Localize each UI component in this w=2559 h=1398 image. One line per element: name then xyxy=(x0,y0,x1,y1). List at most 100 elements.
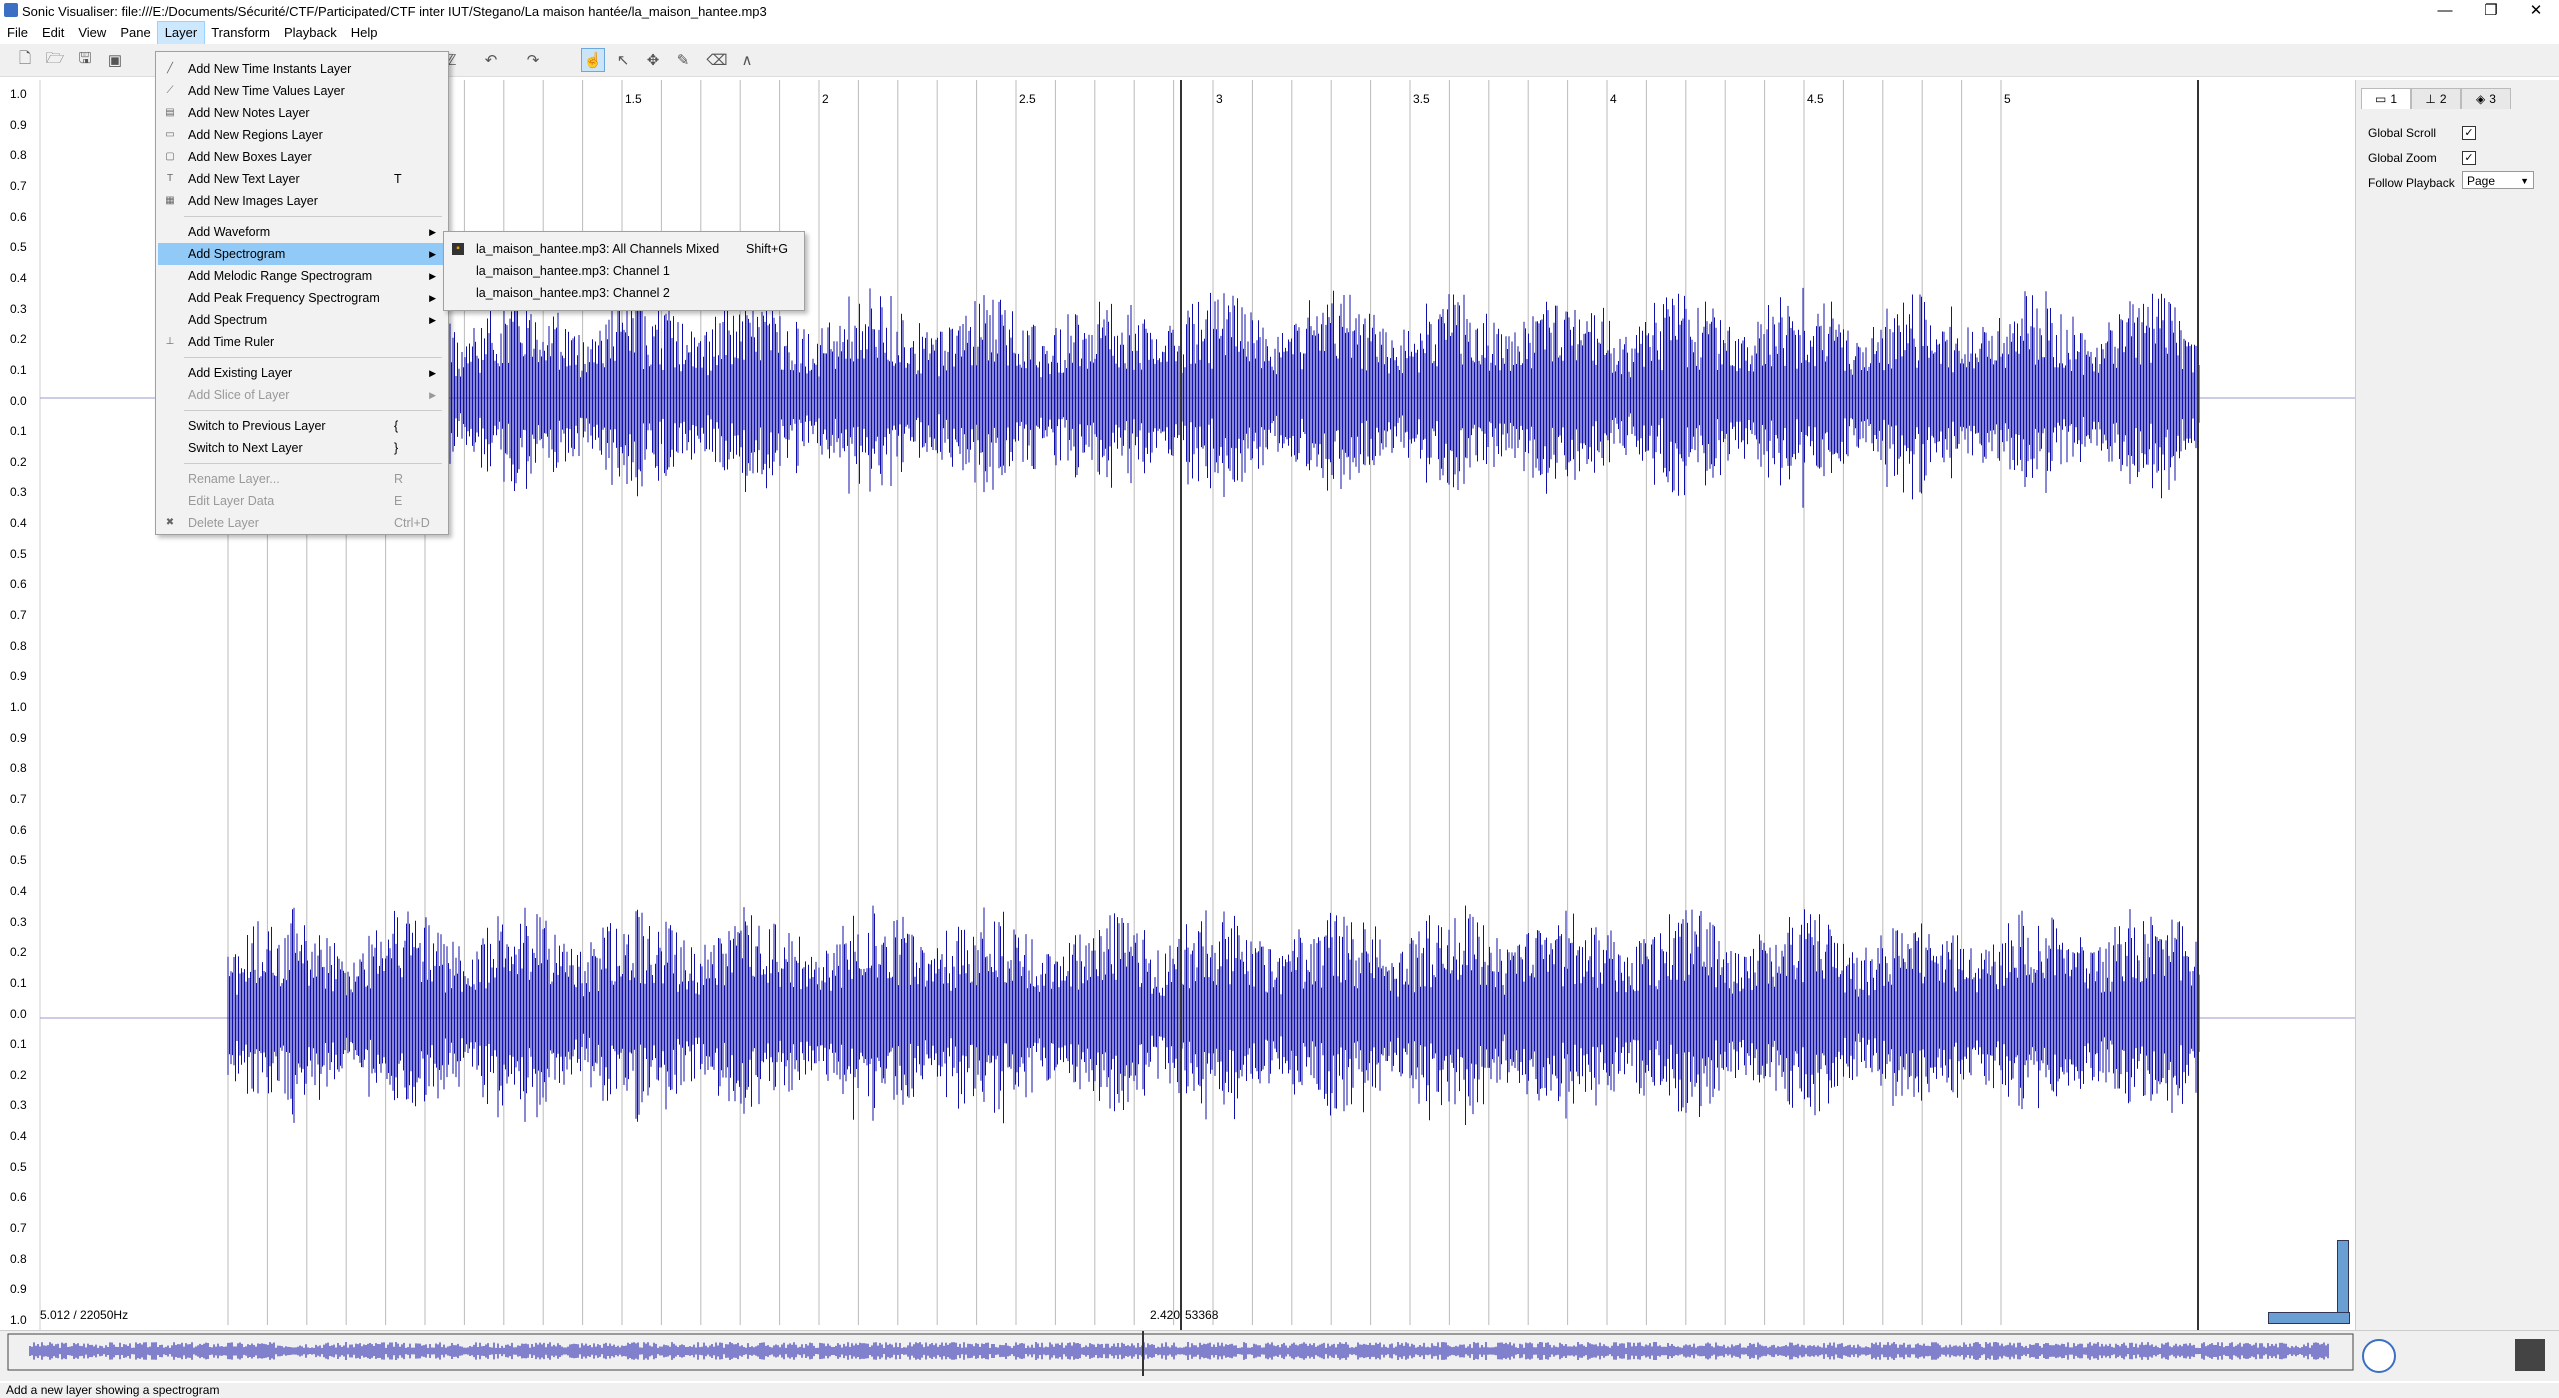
scale-tick-label: 0.2 xyxy=(10,1067,27,1082)
tab-1[interactable]: ▭ 1 xyxy=(2361,88,2411,109)
spectrogram-submenu-item[interactable]: la_maison_hantee.mp3: Channel 2 xyxy=(446,282,802,304)
menu-item-label: Add New Images Layer xyxy=(188,194,318,208)
redo-icon[interactable]: ↷ xyxy=(522,49,544,71)
menu-item-label: Add Slice of Layer xyxy=(188,388,290,402)
scale-tick-label: 1.0 xyxy=(10,700,27,714)
global-zoom-checkbox[interactable]: ✓ xyxy=(2462,151,2476,165)
follow-playback-label: Follow Playback xyxy=(2368,176,2455,190)
layer-menu-item[interactable]: ⟋ Add New Time Values Layer xyxy=(158,80,446,102)
menu-item-shortcut: { xyxy=(394,419,399,433)
scale-tick-label: 0.7 xyxy=(10,608,27,623)
menu-file[interactable]: File xyxy=(0,22,35,44)
tab-3[interactable]: ◈ 3 xyxy=(2461,88,2511,109)
pane-icon: ▭ xyxy=(2374,92,2387,106)
layer-menu-item[interactable]: ▢ Add New Boxes Layer xyxy=(158,146,446,168)
layer-menu-item[interactable]: Add Waveform ▶ xyxy=(158,221,446,243)
scale-tick-label: 0.5 xyxy=(10,1159,27,1174)
spectrogram-icon: ▪ xyxy=(452,243,464,255)
undo-icon[interactable]: ↶ xyxy=(480,49,502,71)
time-tick-label: 2.5 xyxy=(1019,92,1036,106)
layer-menu-item[interactable]: Switch to Next Layer} xyxy=(158,437,446,459)
scale-tick-label: 0.3 xyxy=(10,1098,27,1113)
menu-playback[interactable]: Playback xyxy=(277,22,344,44)
delete-icon: ✖ xyxy=(165,517,175,528)
submenu-arrow-icon: ▶ xyxy=(429,249,436,259)
submenu-arrow-icon: ▶ xyxy=(429,390,436,400)
open-icon[interactable]: 🗁 xyxy=(44,49,66,71)
menu-item-label: Add New Regions Layer xyxy=(188,128,323,142)
time-ruler-icon: ⊥ xyxy=(165,336,175,347)
layer-menu-item[interactable]: T Add New Text Layer T xyxy=(158,168,446,190)
menu-transform[interactable]: Transform xyxy=(204,22,277,44)
menu-item-label: Add Existing Layer xyxy=(188,366,293,380)
title-bar: Sonic Visualiser: file:///E:/Documents/S… xyxy=(0,0,2559,22)
menu-item-label: Edit Layer Data xyxy=(188,494,275,508)
ruler-icon: ⊥ xyxy=(2425,92,2436,106)
layer-menu-item[interactable]: Switch to Previous Layer { xyxy=(158,415,446,437)
time-tick-label: 2 xyxy=(822,92,829,106)
overview-pane[interactable] xyxy=(0,1330,2559,1381)
menu-layer[interactable]: Layer xyxy=(156,21,206,45)
overview-waveform[interactable] xyxy=(0,1331,2359,1381)
layer-menu-item[interactable]: ▭ Add New Regions Layer xyxy=(158,124,446,146)
draw-tool-icon[interactable]: ✎ xyxy=(672,49,694,71)
layer-menu-item[interactable]: Add Spectrum ▶ xyxy=(158,309,446,331)
menu-view[interactable]: View xyxy=(71,22,113,44)
layer-menu-item[interactable]: Add Spectrogram ▶ xyxy=(158,243,446,265)
chevron-down-icon: ▼ xyxy=(2520,176,2529,186)
scale-tick-label: 0.3 xyxy=(10,914,27,929)
menu-bar: File Edit View Pane Layer Transform Play… xyxy=(0,21,2559,45)
time-instants-icon: ╱ xyxy=(166,63,174,74)
scale-tick-label: 0.8 xyxy=(10,761,27,776)
layer-menu-item[interactable]: Add Existing Layer ▶ xyxy=(158,362,446,384)
scale-tick-label: 1.0 xyxy=(10,1313,27,1327)
new-file-icon[interactable]: 🗋 xyxy=(14,49,36,71)
playback-speed-dial[interactable] xyxy=(2362,1339,2396,1373)
menu-edit[interactable]: Edit xyxy=(35,22,71,44)
erase-tool-icon[interactable]: ⌫ xyxy=(706,49,728,71)
scale-tick-label: 0.5 xyxy=(10,240,27,255)
move-tool-icon[interactable]: ✥ xyxy=(642,49,664,71)
scale-tick-label: 0.8 xyxy=(10,1251,27,1266)
scale-tick-label: 0.1 xyxy=(10,975,27,990)
follow-playback-select[interactable]: Page ▼ xyxy=(2462,171,2534,189)
global-scroll-checkbox[interactable]: ✓ xyxy=(2462,126,2476,140)
layer-menu-item[interactable]: Add Peak Frequency Spectrogram ▶ xyxy=(158,287,446,309)
menu-item-label: Add New Boxes Layer xyxy=(188,150,312,164)
select-tool-icon[interactable]: ↖ xyxy=(612,49,634,71)
scale-tick-label: 0.5 xyxy=(10,853,27,868)
scale-tick-label: 0.7 xyxy=(10,1221,27,1236)
layer-menu-item[interactable]: ╱ Add New Time Instants Layer xyxy=(158,58,446,80)
layer-menu-item[interactable]: ⊥ Add Time Ruler xyxy=(158,331,446,353)
menu-pane[interactable]: Pane xyxy=(113,22,157,44)
spectrogram-submenu-item[interactable]: ▪ la_maison_hantee.mp3: All Channels Mixe… xyxy=(446,238,802,260)
vertical-zoom-slider[interactable] xyxy=(2337,1240,2349,1317)
close-button[interactable]: ✕ xyxy=(2513,0,2559,22)
submenu-arrow-icon: ▶ xyxy=(429,315,436,325)
scale-tick-label: 0.8 xyxy=(10,638,27,653)
minimize-button[interactable]: — xyxy=(2422,0,2468,22)
layer-menu-item[interactable]: ▤ Add New Notes Layer xyxy=(158,102,446,124)
save-session-icon[interactable]: ▣ xyxy=(104,49,126,71)
measure-tool-icon[interactable]: ∧ xyxy=(736,49,758,71)
scale-tick-label: 0.6 xyxy=(10,209,27,224)
menu-help[interactable]: Help xyxy=(344,22,385,44)
menu-item-label: Add Peak Frequency Spectrogram xyxy=(188,291,380,305)
submenu-arrow-icon: ▶ xyxy=(429,368,436,378)
status-bar: Add a new layer showing a spectrogram xyxy=(0,1383,2559,1398)
scale-tick-label: 0.0 xyxy=(10,1006,27,1021)
app-icon xyxy=(4,3,18,17)
restore-button[interactable]: ❐ xyxy=(2468,0,2514,22)
horizontal-zoom-slider[interactable] xyxy=(2268,1312,2350,1324)
tab-2[interactable]: ⊥ 2 xyxy=(2411,88,2461,109)
navigate-tool-icon[interactable]: ☝ xyxy=(581,48,605,72)
layer-menu-item[interactable]: ▦ Add New Images Layer xyxy=(158,190,446,212)
menu-item-shortcut: Shift+G xyxy=(746,242,789,256)
layer-menu-item[interactable]: Add Melodic Range Spectrogram ▶ xyxy=(158,265,446,287)
scale-tick-label: 0.0 xyxy=(10,393,27,408)
menu-item-label: la_maison_hantee.mp3: Channel 2 xyxy=(476,286,670,300)
window-title: Sonic Visualiser: file:///E:/Documents/S… xyxy=(22,3,767,19)
spectrogram-submenu-item[interactable]: la_maison_hantee.mp3: Channel 1 xyxy=(446,260,802,282)
save-icon[interactable]: 🖫 xyxy=(74,49,96,71)
spectrogram-submenu: ▪ la_maison_hantee.mp3: All Channels Mixe… xyxy=(443,231,805,311)
